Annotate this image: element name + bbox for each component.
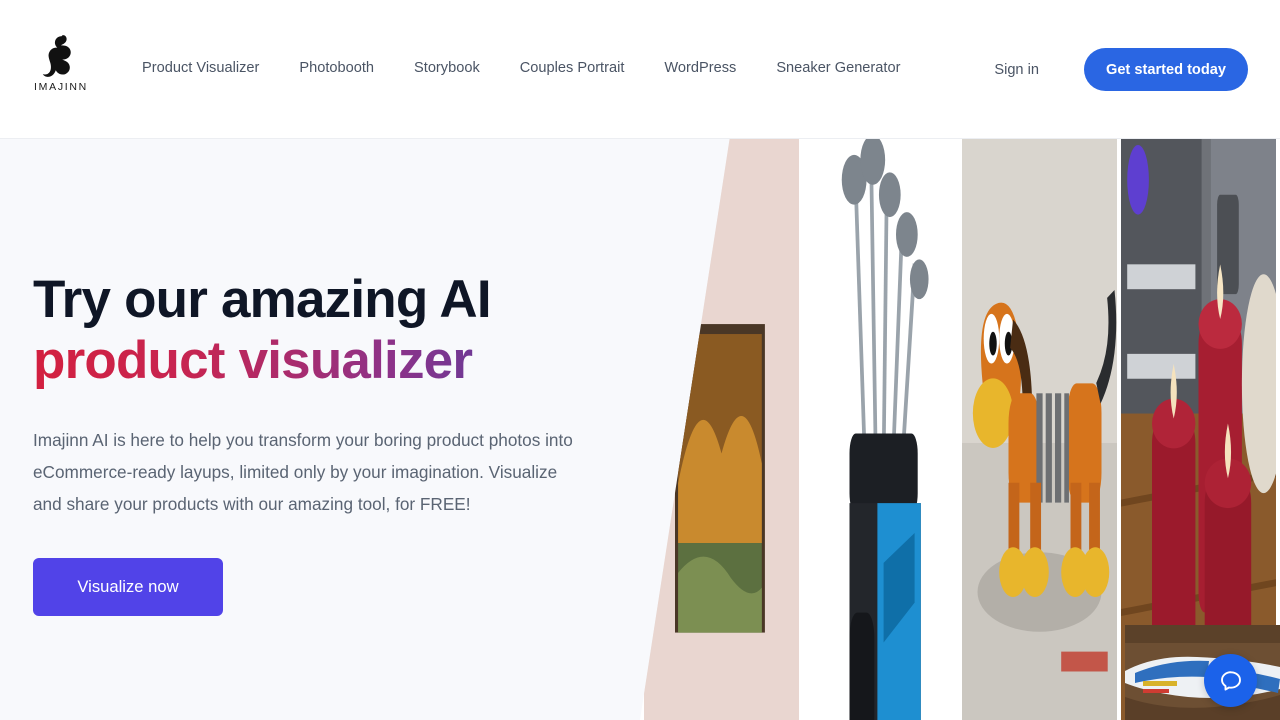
- get-started-button[interactable]: Get started today: [1083, 48, 1248, 91]
- toy-speedboat-image: [1125, 625, 1280, 720]
- landing-page: IMAJINN Product Visualizer Photobooth St…: [0, 0, 1280, 720]
- hero-paragraph: Imajinn AI is here to help you transform…: [33, 430, 573, 514]
- collage-tile-toy-speedboat-wrap[interactable]: [1125, 625, 1280, 720]
- collage-tile-landscape-painting-on-floor[interactable]: [644, 139, 799, 720]
- brand-wordmark: IMAJINN: [34, 81, 88, 93]
- nav-link-storybook[interactable]: Storybook: [414, 59, 480, 78]
- nav-link-sneaker-generator[interactable]: Sneaker Generator: [776, 59, 900, 78]
- chat-bubble-icon: [1220, 670, 1241, 691]
- landscape-painting-image: [644, 139, 799, 720]
- headline-line-2: product visualizer: [33, 330, 603, 391]
- nav-link-wordpress[interactable]: WordPress: [664, 59, 736, 78]
- brand-logo[interactable]: IMAJINN: [33, 34, 89, 104]
- visualize-now-button[interactable]: Visualize now: [33, 558, 223, 616]
- collage-tile-slinky-dog-toy[interactable]: [962, 139, 1117, 720]
- headline-line-1: Try our amazing AI: [33, 270, 492, 329]
- nav-link-product-visualizer[interactable]: Product Visualizer: [142, 59, 259, 78]
- sign-in-link[interactable]: Sign in: [994, 62, 1039, 78]
- genie-lamp-silhouette-icon: [42, 35, 71, 77]
- collage-tile-golf-club-bag[interactable]: [803, 139, 958, 720]
- header-actions: Sign in Get started today: [994, 48, 1248, 91]
- nav-link-photobooth[interactable]: Photobooth: [299, 59, 374, 78]
- hero-copy: Try our amazing AI product visualizer Im…: [33, 269, 603, 616]
- page-title: Try our amazing AI product visualizer: [33, 269, 603, 391]
- hero-section: Try our amazing AI product visualizer Im…: [0, 139, 1280, 720]
- primary-nav: Product Visualizer Photobooth Storybook …: [142, 59, 900, 78]
- chat-widget-button[interactable]: [1204, 654, 1257, 707]
- slinky-dog-image: [962, 139, 1117, 720]
- golf-bag-image: [803, 139, 958, 720]
- site-header: IMAJINN Product Visualizer Photobooth St…: [0, 0, 1280, 139]
- nav-link-couples-portrait[interactable]: Couples Portrait: [520, 59, 625, 78]
